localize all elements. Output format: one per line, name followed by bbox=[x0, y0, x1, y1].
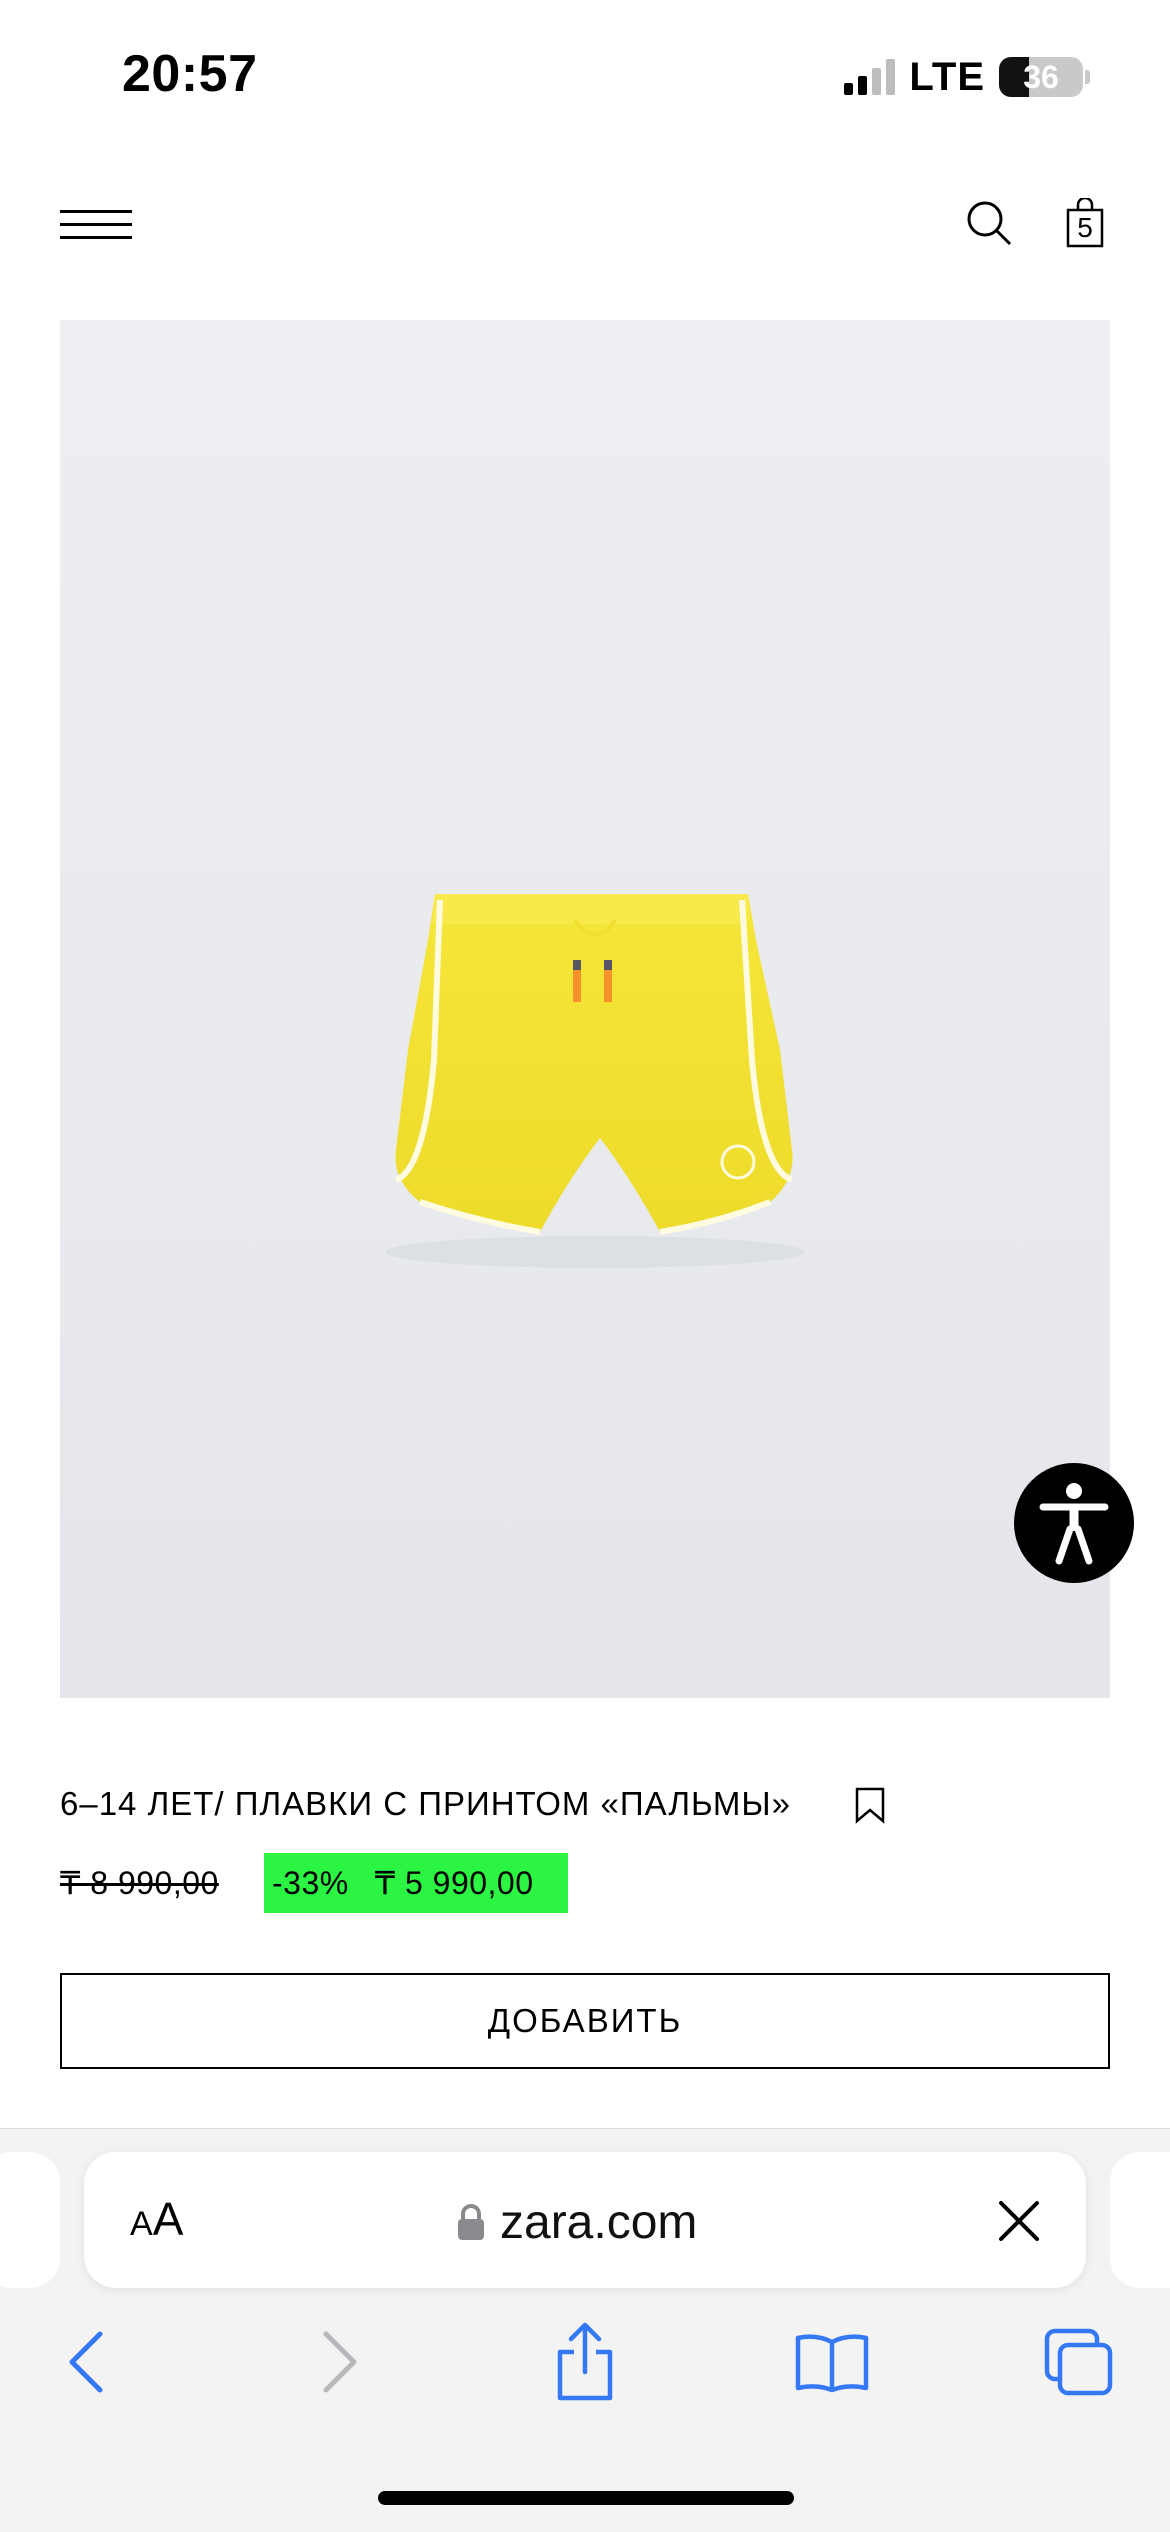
bookmark-icon[interactable] bbox=[853, 1786, 887, 1824]
previous-tab-preview[interactable] bbox=[0, 2152, 60, 2288]
new-price: ₸ 5 990,00 bbox=[374, 1865, 534, 1901]
share-icon[interactable] bbox=[554, 2322, 616, 2402]
old-price: ₸ 8 990,00 bbox=[60, 1865, 219, 1901]
status-indicators: LTE 36 bbox=[844, 55, 1090, 99]
forward-icon[interactable] bbox=[320, 2330, 360, 2394]
search-icon[interactable] bbox=[966, 200, 1012, 246]
hamburger-menu-icon[interactable] bbox=[60, 208, 132, 242]
add-to-cart-button[interactable]: ДОБАВИТЬ bbox=[60, 1973, 1110, 2069]
lock-icon bbox=[458, 2204, 484, 2240]
battery-cap bbox=[1085, 70, 1090, 84]
cellular-signal-icon bbox=[844, 59, 896, 95]
battery-icon: 36 bbox=[999, 57, 1083, 97]
bag-count: 5 bbox=[1077, 212, 1093, 243]
sale-price-badge: -33% ₸ 5 990,00 bbox=[264, 1853, 568, 1913]
discount-percent: -33% bbox=[272, 1864, 349, 1901]
battery-percent: 36 bbox=[1023, 58, 1059, 95]
url-text: zara.com bbox=[500, 2195, 698, 2249]
url-display[interactable]: zara.com bbox=[456, 2190, 697, 2254]
next-tab-preview[interactable] bbox=[1110, 2152, 1170, 2288]
tabs-icon[interactable] bbox=[1044, 2328, 1114, 2396]
network-type: LTE bbox=[909, 54, 985, 99]
page: 20:57 LTE 36 5 6–14 ЛЕТ/ ПЛАВКИ С ПРИНТО… bbox=[0, 0, 1170, 2532]
text-size-big-a: A bbox=[152, 2193, 184, 2245]
accessibility-person-icon bbox=[1039, 1483, 1109, 1565]
product-image[interactable] bbox=[60, 320, 1110, 1698]
product-title: 6–14 ЛЕТ/ ПЛАВКИ С ПРИНТОМ «ПАЛЬМЫ» bbox=[60, 1785, 791, 1822]
home-indicator[interactable] bbox=[378, 2491, 794, 2505]
shopping-bag-icon[interactable]: 5 bbox=[1066, 198, 1104, 248]
text-size-small-a: A bbox=[130, 2205, 153, 2243]
back-icon[interactable] bbox=[66, 2330, 106, 2394]
status-time: 20:57 bbox=[122, 45, 258, 103]
accessibility-button[interactable] bbox=[1014, 1463, 1134, 1583]
text-size-button[interactable]: A A bbox=[130, 2192, 183, 2252]
bookmarks-icon[interactable] bbox=[794, 2332, 870, 2394]
yellow-swim-shorts-illustration bbox=[385, 894, 805, 1268]
close-icon[interactable] bbox=[996, 2198, 1042, 2244]
